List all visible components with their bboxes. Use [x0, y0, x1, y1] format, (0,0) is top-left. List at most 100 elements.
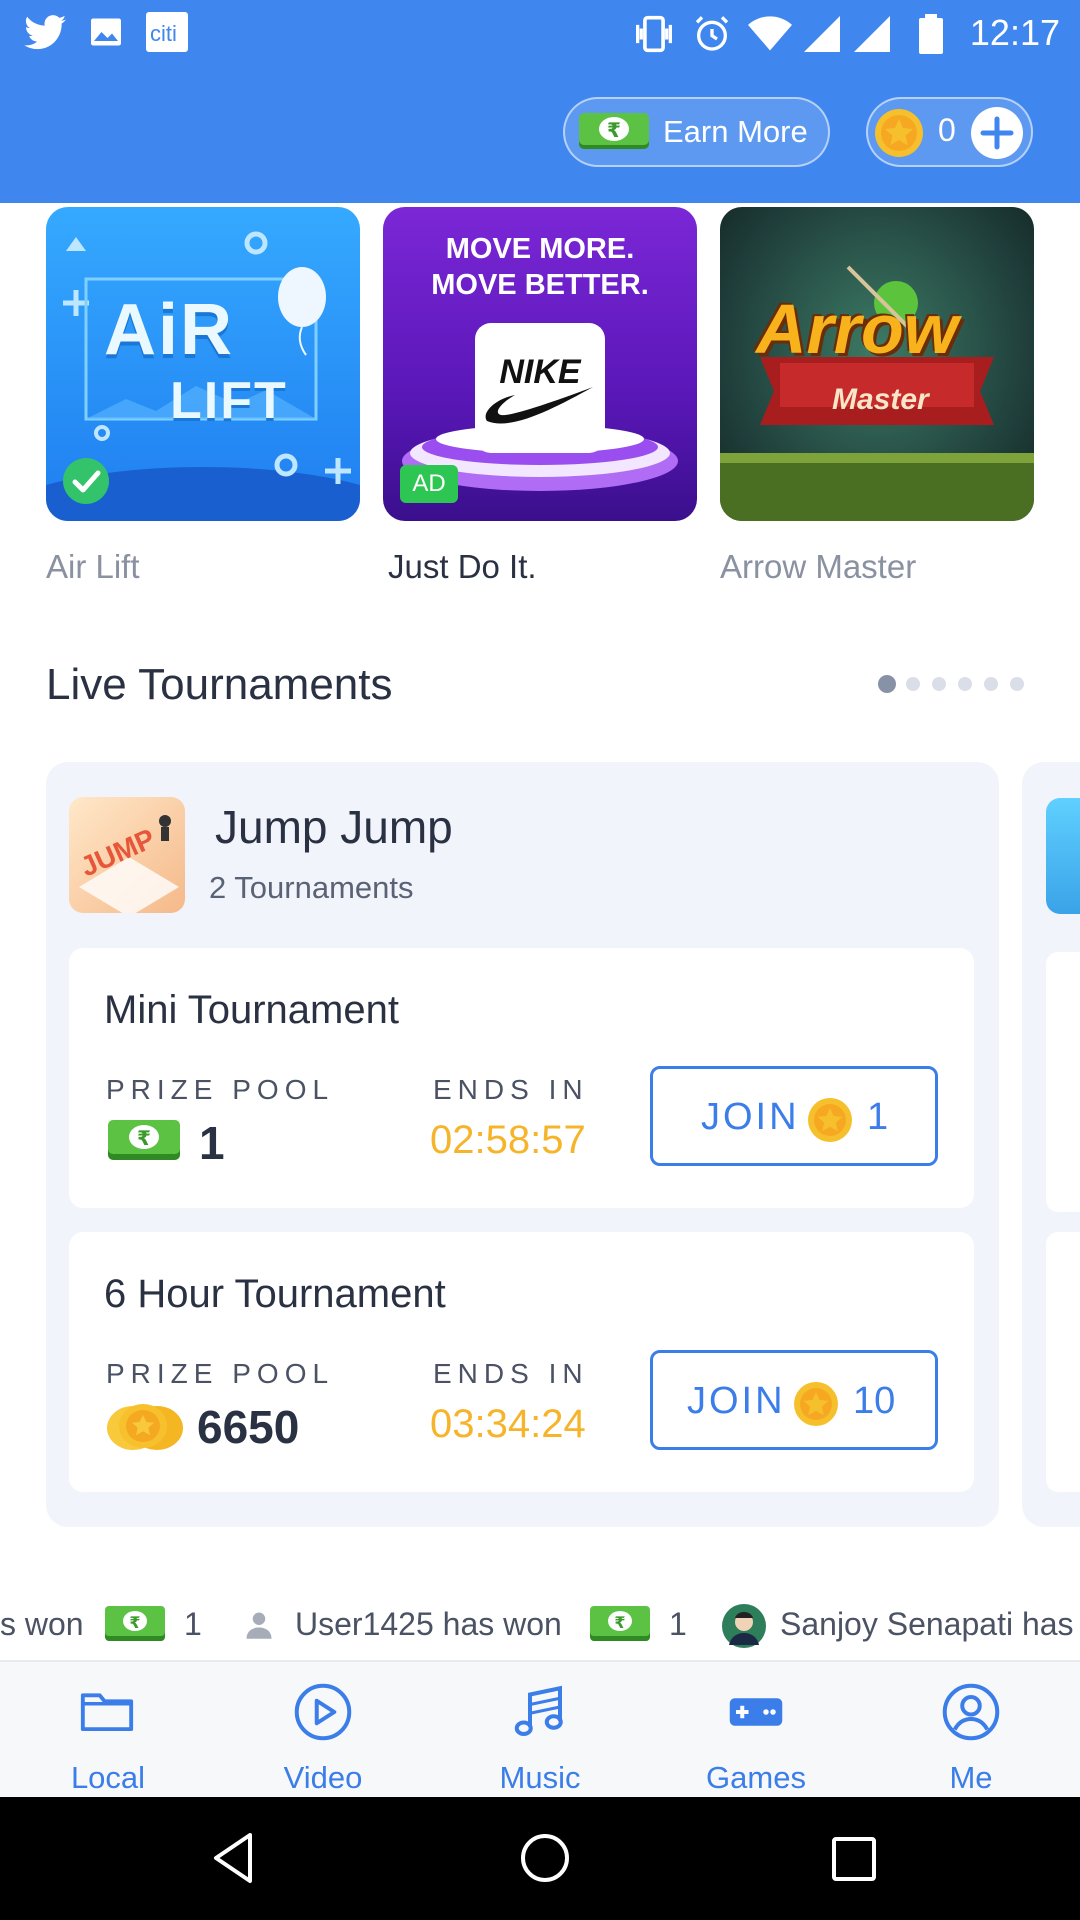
tournament-card: 6 Hour Tournament PRIZE POOL 6650 ENDS I… [69, 1232, 974, 1492]
user-circle-icon [942, 1683, 1000, 1741]
svg-text:₹: ₹ [137, 1126, 151, 1150]
user-icon [246, 1612, 272, 1639]
folder-icon [80, 1693, 134, 1732]
join-cost: 10 [853, 1380, 896, 1422]
next-card-peek-2 [1046, 1232, 1080, 1492]
signal-icon [804, 16, 840, 52]
page-dot [1010, 677, 1024, 691]
coin-icon [794, 1382, 838, 1426]
play-circle-icon [294, 1683, 352, 1741]
vibrate-icon [636, 15, 672, 53]
page-dot [984, 677, 998, 691]
battery-icon [919, 14, 943, 54]
page-dot [932, 677, 946, 691]
cash-icon: ₹ [590, 1606, 650, 1641]
ends-in-label: ENDS IN [433, 1358, 589, 1389]
arrow-master-logo: Arrow [756, 290, 959, 368]
ticker-amount: 1 [184, 1606, 202, 1642]
home-icon[interactable] [518, 1831, 572, 1885]
next-card-peek [1046, 952, 1080, 1212]
nav-label: Local [70, 1760, 146, 1795]
countdown-timer: 03:34:24 [430, 1402, 586, 1446]
coin-icon [808, 1098, 852, 1142]
nav-local[interactable]: Local [38, 1660, 178, 1797]
tournament-name: 6 Hour Tournament [104, 1272, 446, 1316]
avatar [722, 1604, 766, 1648]
add-coins-icon[interactable] [970, 106, 1024, 160]
next-group-card-peek[interactable] [1022, 762, 1080, 1527]
page-dot-active [878, 675, 896, 693]
prize-pool-value: 1 [199, 1117, 225, 1169]
earn-more-button[interactable]: ₹ Earn More [563, 97, 830, 167]
nav-label: Music [499, 1760, 581, 1795]
air-lift-logo-top: AiR [104, 290, 234, 370]
jump-jump-game-icon[interactable]: JUMP [69, 797, 185, 913]
banner-caption-just-do-it: Just Do It. [388, 548, 537, 585]
alarm-icon [695, 16, 729, 51]
join-cost: 1 [867, 1096, 889, 1138]
tournament-card: Mini Tournament PRIZE POOL ₹ 1 ENDS IN 0… [69, 948, 974, 1208]
app-header: citi 12:17 ₹ Earn More 0 [0, 0, 1080, 203]
coin-count: 0 [938, 112, 956, 148]
music-note-icon [514, 1685, 563, 1737]
banner-arrow-master[interactable]: Arrow Master [720, 207, 1034, 521]
svg-text:₹: ₹ [614, 1613, 625, 1632]
earn-more-label: Earn More [663, 114, 808, 149]
ticker-amount: 1 [669, 1606, 687, 1642]
section-title: Live Tournaments [46, 660, 393, 709]
page-dot [958, 677, 972, 691]
prize-pool-value: 6650 [197, 1401, 300, 1453]
cash-icon: ₹ [108, 1120, 180, 1160]
game-title: Jump Jump [215, 801, 453, 853]
air-lift-logo-bottom: LIFT [170, 372, 288, 430]
nav-games[interactable]: Games [686, 1660, 826, 1797]
coin-icon [875, 109, 923, 157]
prize-pool-label: PRIZE POOL [106, 1358, 335, 1389]
next-game-thumbnail [1046, 798, 1080, 914]
nav-me[interactable]: Me [901, 1660, 1041, 1797]
join-label: JOIN [687, 1380, 786, 1422]
system-navigation-bar [0, 1797, 1080, 1920]
tournament-count: 2 Tournaments [209, 870, 414, 905]
arrow-master-subtitle: Master [832, 383, 929, 416]
banner-air-lift[interactable]: AiR LIFT [46, 207, 360, 521]
svg-text:₹: ₹ [607, 118, 621, 142]
check-icon [63, 458, 109, 504]
join-label: JOIN [701, 1096, 800, 1138]
coins-stack-icon [107, 1404, 183, 1450]
gamepad-icon [729, 1698, 783, 1726]
svg-text:₹: ₹ [129, 1613, 140, 1632]
ticker-text: User1425 has won [295, 1606, 562, 1642]
gallery-icon [91, 18, 121, 46]
back-icon[interactable] [210, 1831, 258, 1885]
ticker-text: Sanjoy Senapati has [780, 1606, 1074, 1642]
tournament-name: Mini Tournament [104, 988, 399, 1032]
nav-music[interactable]: Music [470, 1660, 610, 1797]
recents-icon[interactable] [830, 1835, 878, 1883]
signal-icon-2 [854, 16, 890, 52]
nav-video[interactable]: Video [253, 1660, 393, 1797]
wifi-icon [748, 16, 792, 51]
cash-icon: ₹ [579, 113, 649, 149]
citi-icon: citi [146, 12, 188, 52]
banner-nike-ad[interactable]: MOVE MORE. MOVE BETTER. NIKE AD [383, 207, 697, 521]
join-button[interactable]: JOIN 10 [650, 1350, 938, 1450]
twitter-icon [24, 15, 67, 50]
nav-label: Games [706, 1760, 806, 1795]
ends-in-label: ENDS IN [433, 1074, 589, 1105]
banner-caption-air-lift: Air Lift [46, 548, 140, 585]
nav-label: Me [949, 1760, 993, 1795]
banner-caption-arrow-master: Arrow Master [720, 548, 917, 585]
ticker-text: s won [0, 1606, 84, 1642]
countdown-timer: 02:58:57 [430, 1118, 586, 1162]
page-dot [906, 677, 920, 691]
nike-logo-tile: NIKE [475, 323, 605, 453]
nav-label: Video [283, 1760, 363, 1795]
ad-badge: AD [400, 465, 458, 503]
status-clock: 12:17 [969, 12, 1060, 53]
join-button[interactable]: JOIN 1 [650, 1066, 938, 1166]
nike-swoosh-icon [485, 387, 593, 424]
prize-pool-label: PRIZE POOL [106, 1074, 335, 1105]
coin-balance[interactable]: 0 [866, 97, 1033, 167]
cash-icon: ₹ [105, 1606, 165, 1641]
